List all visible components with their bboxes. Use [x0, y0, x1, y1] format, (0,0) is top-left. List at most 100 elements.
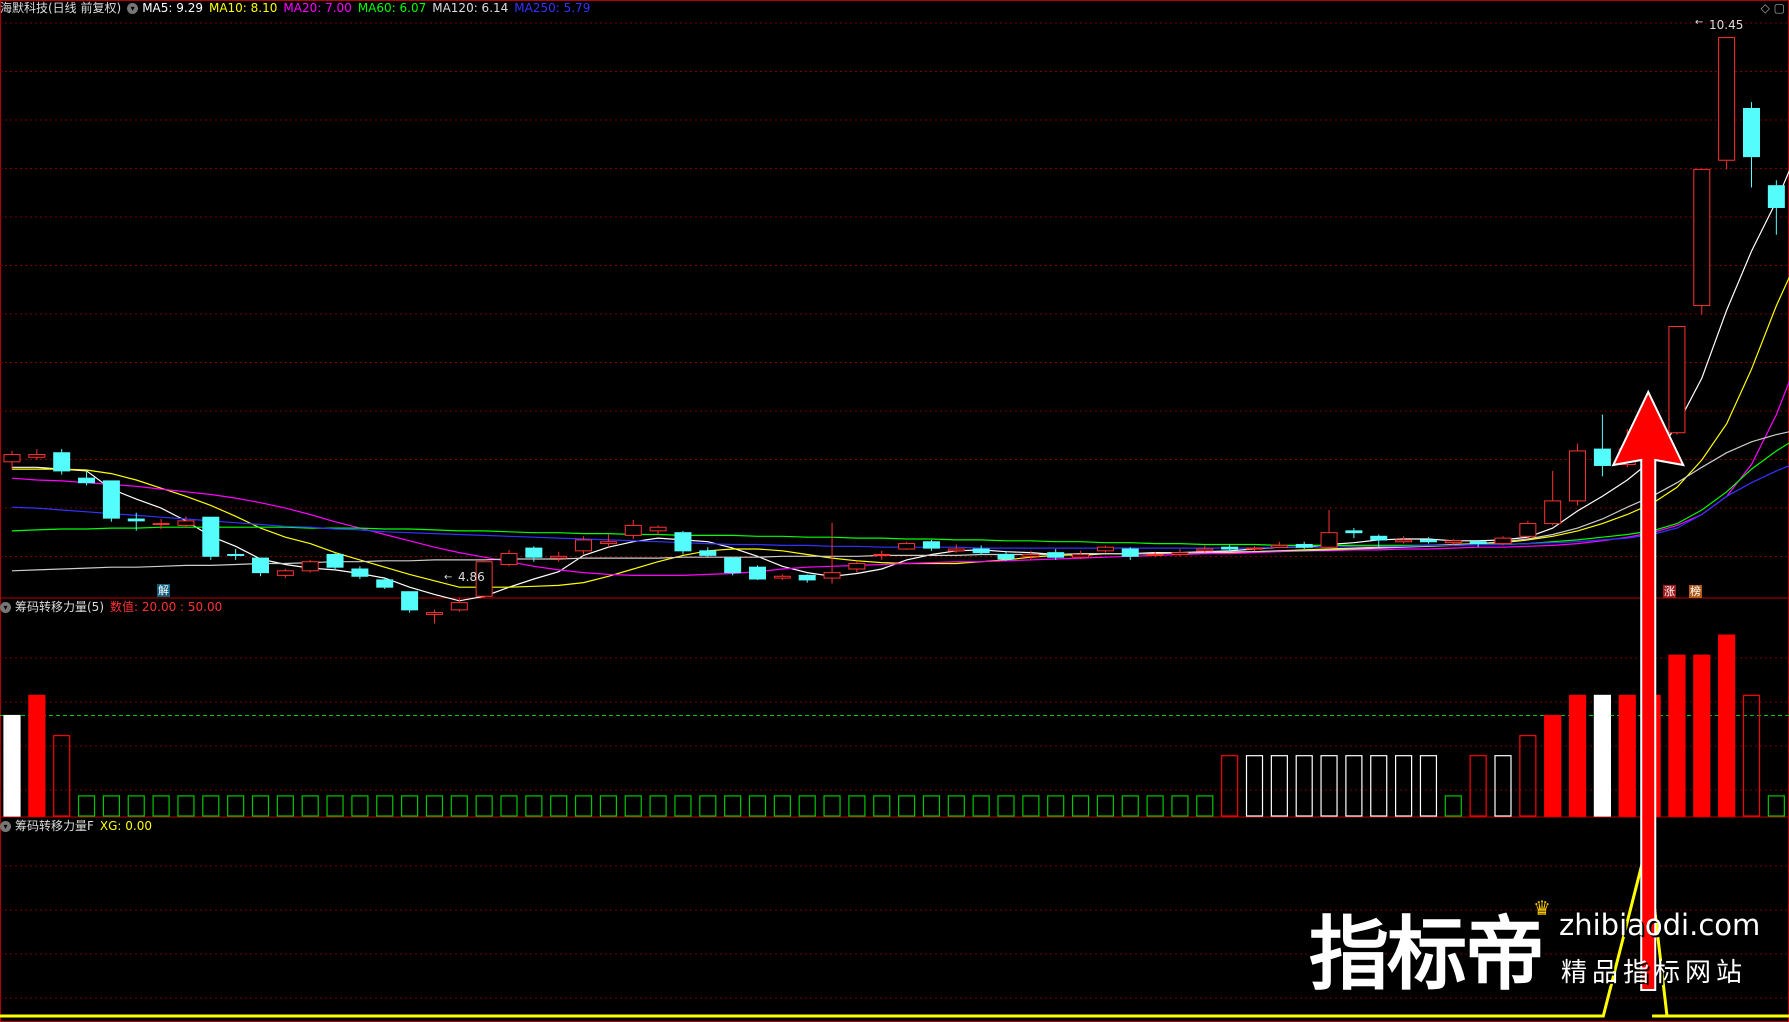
- indicator1-bar[interactable]: [1618, 694, 1636, 817]
- candle[interactable]: [1668, 325, 1686, 435]
- candle[interactable]: [102, 480, 120, 522]
- candle[interactable]: [3, 450, 21, 470]
- indicator1-bar[interactable]: [77, 795, 96, 817]
- indicator1-bar[interactable]: [947, 795, 965, 817]
- candle[interactable]: [1246, 546, 1263, 551]
- indicator1-bar[interactable]: [1568, 694, 1587, 817]
- candle[interactable]: [1693, 168, 1711, 315]
- candle[interactable]: [1096, 545, 1114, 553]
- indicator1-bar[interactable]: [1419, 755, 1438, 817]
- indicator1-bar[interactable]: [1171, 795, 1189, 817]
- limit-up-tag[interactable]: 涨: [1663, 585, 1676, 598]
- candle[interactable]: [202, 516, 220, 560]
- indicator1-bar[interactable]: [1519, 734, 1537, 817]
- indicator1-bar[interactable]: [1494, 755, 1512, 817]
- indicator1-bar[interactable]: [1047, 795, 1065, 817]
- indicator1-bar[interactable]: [1718, 634, 1736, 817]
- candle[interactable]: [1345, 528, 1363, 539]
- candle[interactable]: [972, 545, 990, 555]
- indicator1-bar[interactable]: [102, 795, 121, 817]
- candle[interactable]: [252, 557, 269, 577]
- candle[interactable]: [500, 549, 518, 567]
- indicator1-bar[interactable]: [550, 795, 568, 817]
- indicator1-bar[interactable]: [897, 795, 916, 817]
- indicator1-bar[interactable]: [301, 795, 319, 817]
- indicator1-bar[interactable]: [1121, 795, 1139, 817]
- window-control-icons[interactable]: ◇ ▢: [1761, 1, 1785, 15]
- indicator1-bar[interactable]: [351, 795, 369, 817]
- candle[interactable]: [1121, 547, 1139, 560]
- indicator1-bar[interactable]: [1345, 755, 1363, 817]
- candle[interactable]: [848, 561, 866, 573]
- candle[interactable]: [1743, 102, 1760, 188]
- indicator1-bar[interactable]: [1221, 755, 1239, 817]
- indicator1-bar[interactable]: [848, 795, 866, 817]
- candle[interactable]: [1718, 37, 1736, 170]
- indicator1-bar[interactable]: [1270, 755, 1288, 817]
- candle[interactable]: [1593, 414, 1611, 477]
- candle[interactable]: [401, 591, 419, 613]
- indicator1-bar[interactable]: [1146, 795, 1164, 817]
- indicator1-bar[interactable]: [624, 795, 642, 817]
- indicator1-bar[interactable]: [1370, 755, 1388, 817]
- candle[interactable]: [1494, 536, 1512, 546]
- candle[interactable]: [351, 566, 369, 579]
- indicator1-bar[interactable]: [1071, 795, 1090, 817]
- indicator1-bar[interactable]: [997, 795, 1015, 817]
- candle[interactable]: [1395, 536, 1413, 544]
- indicator1-bar[interactable]: [574, 795, 593, 817]
- candle[interactable]: [28, 449, 46, 460]
- indicator1-bar[interactable]: [53, 734, 71, 817]
- indicator1-bar[interactable]: [1693, 654, 1711, 817]
- indicator1-bar[interactable]: [202, 795, 220, 817]
- candle[interactable]: [1270, 541, 1288, 549]
- indicator1-bar[interactable]: [1742, 694, 1761, 817]
- candle[interactable]: [1320, 509, 1338, 550]
- candle[interactable]: [376, 578, 394, 589]
- candle[interactable]: [425, 609, 443, 624]
- candle[interactable]: [599, 534, 617, 548]
- dropdown-circle-icon[interactable]: ▾: [0, 820, 11, 832]
- indicator1-bar[interactable]: [401, 795, 419, 817]
- indicator1-bar[interactable]: [724, 795, 742, 817]
- candle[interactable]: [798, 574, 816, 583]
- candle[interactable]: [674, 530, 692, 555]
- candle[interactable]: [649, 525, 667, 535]
- indicator1-bar[interactable]: [922, 795, 941, 817]
- indicator1-name[interactable]: 筹码转移力量(5): [15, 599, 104, 615]
- indicator1-bar[interactable]: [1245, 755, 1264, 817]
- indicator1-bar[interactable]: [177, 795, 195, 817]
- candle[interactable]: [624, 519, 642, 540]
- indicator1-bar[interactable]: [425, 795, 444, 817]
- indicator1-bar[interactable]: [500, 795, 518, 817]
- candle[interactable]: [823, 522, 841, 584]
- indicator1-bar[interactable]: [972, 795, 990, 817]
- indicator1-bar[interactable]: [798, 795, 816, 817]
- candle[interactable]: [1419, 537, 1437, 544]
- indicator1-bar[interactable]: [1320, 755, 1338, 817]
- candle[interactable]: [773, 574, 791, 580]
- indicator1-bar[interactable]: [475, 795, 493, 817]
- candle[interactable]: [301, 559, 319, 573]
- indicator1-bar[interactable]: [599, 795, 618, 817]
- ranking-tag[interactable]: 榜: [1689, 585, 1702, 598]
- indicator1-bar[interactable]: [1593, 694, 1612, 817]
- candle[interactable]: [898, 541, 916, 550]
- candle[interactable]: [1569, 443, 1587, 506]
- stock-chart[interactable]: 10.45 4.86 ← ←: [0, 0, 1789, 1022]
- indicator1-bar[interactable]: [748, 795, 767, 817]
- indicator1-bar[interactable]: [773, 795, 791, 817]
- indicator1-bar[interactable]: [152, 795, 170, 817]
- dropdown-circle-icon[interactable]: ▾: [0, 601, 11, 613]
- candle[interactable]: [873, 550, 891, 560]
- candle[interactable]: [326, 552, 344, 569]
- indicator1-bar[interactable]: [1444, 795, 1462, 817]
- indicator1-bar[interactable]: [699, 795, 717, 817]
- indicator1-bar[interactable]: [450, 795, 468, 817]
- candle[interactable]: [1767, 180, 1785, 235]
- candle[interactable]: [699, 547, 717, 558]
- indicator1-bar[interactable]: [251, 795, 270, 817]
- candle[interactable]: [724, 557, 742, 576]
- indicator1-bar[interactable]: [1668, 654, 1686, 817]
- candle[interactable]: [550, 551, 568, 562]
